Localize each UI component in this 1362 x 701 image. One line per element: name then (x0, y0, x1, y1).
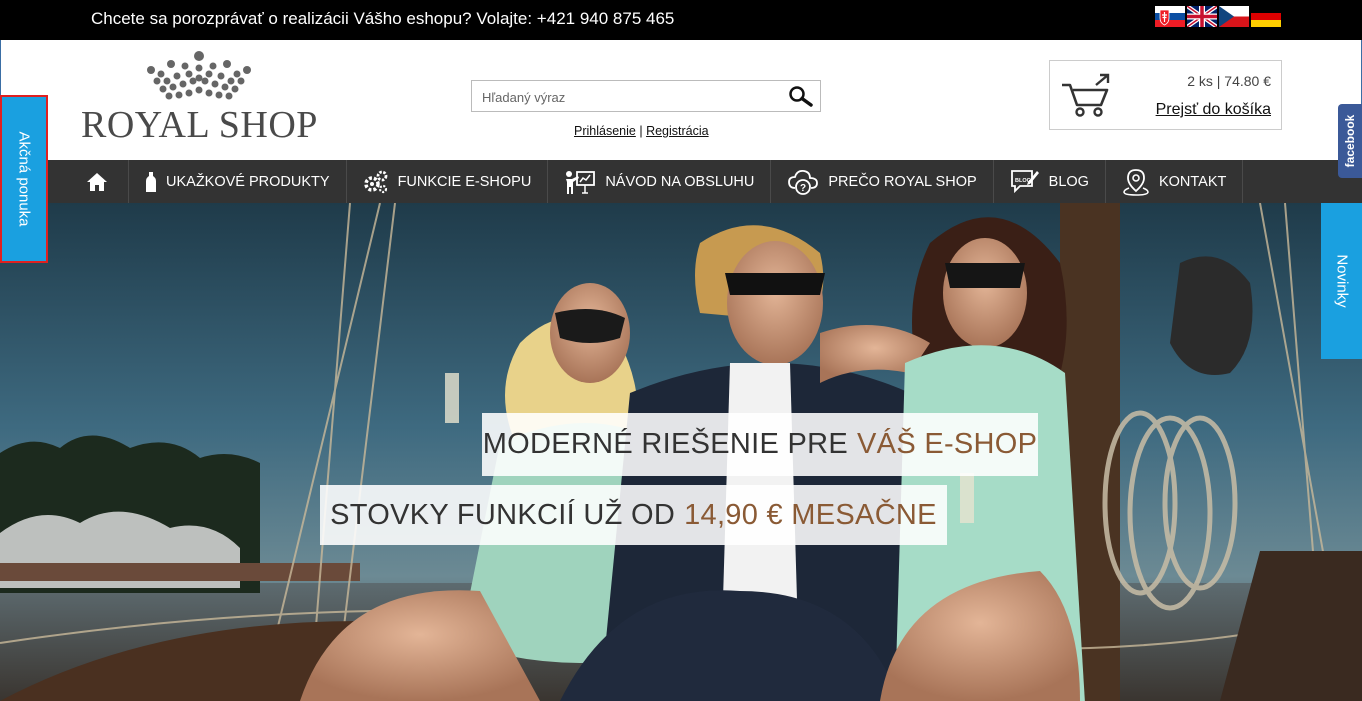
search-icon[interactable] (788, 85, 814, 107)
nav-label: PREČO ROYAL SHOP (828, 173, 977, 190)
search-box (471, 80, 821, 113)
sk-flag-icon[interactable] (1155, 6, 1185, 27)
bottle-icon (146, 171, 156, 192)
hero-headline-accent: VÁŠ E-SHOP (857, 428, 1038, 460)
cz-flag-icon[interactable] (1219, 6, 1249, 27)
hero-subheadline-main: STOVKY FUNKCIÍ UŽ OD (330, 498, 676, 531)
nav-sample-products[interactable]: UKAŽKOVÉ PRODUKTY (129, 160, 347, 203)
search-input[interactable] (472, 81, 784, 113)
nav-why-royal-shop[interactable]: ? PREČO ROYAL SHOP (771, 160, 994, 203)
de-flag-icon[interactable] (1251, 6, 1281, 27)
news-label: Novinky (1333, 254, 1350, 308)
cloud-question-icon: ? (788, 169, 819, 195)
hero-headline: MODERNÉ RIEŠENIE PRE VÁŠ E-SHOP (482, 413, 1038, 476)
main-nav: UKAŽKOVÉ PRODUKTY FUNKCIE E-SHOPU NÁVOD … (0, 160, 1362, 203)
header: ROYAL SHOP Prihlásenie | Registrácia 2 k… (0, 40, 1362, 160)
nav-label: BLOG (1048, 173, 1089, 190)
hero-banner[interactable]: MODERNÉ RIEŠENIE PRE VÁŠ E-SHOP STOVKY F… (0, 203, 1362, 701)
auth-separator: | (639, 124, 643, 138)
nav-label: FUNKCIE E-SHOPU (397, 173, 532, 190)
hero-headline-main: MODERNÉ RIEŠENIE PRE (482, 428, 849, 460)
hero-subheadline: STOVKY FUNKCIÍ UŽ OD 14,90 € MESAČNE (320, 485, 947, 545)
register-link[interactable]: Registrácia (646, 124, 709, 138)
nav-label: NÁVOD NA OBSLUHU (605, 173, 755, 190)
nav-blog[interactable]: BLOG BLOG (994, 160, 1106, 203)
nav-eshop-features[interactable]: FUNKCIE E-SHOPU (347, 160, 549, 203)
gears-icon (363, 170, 387, 193)
facebook-label: facebook (1343, 114, 1357, 168)
logo[interactable]: ROYAL SHOP (81, 50, 321, 146)
logo-text: ROYAL SHOP (81, 104, 318, 146)
home-icon (87, 172, 107, 191)
svg-text:?: ? (800, 183, 806, 194)
top-bar: Chcete sa porozprávať o realizácii Vášho… (0, 0, 1362, 40)
nav-user-guide[interactable]: NÁVOD NA OBSLUHU (548, 160, 772, 203)
special-offer-tab[interactable]: Akčná ponuka (1, 96, 47, 262)
cart-count: 2 ks | 74.80 € (1187, 73, 1271, 89)
cart-box[interactable]: 2 ks | 74.80 € Prejsť do košíka (1049, 60, 1282, 130)
news-tab[interactable]: Novinky (1321, 203, 1362, 359)
hero-subheadline-accent: 14,90 € MESAČNE (684, 498, 937, 531)
crown-icon (147, 51, 251, 100)
nav-label: KONTAKT (1158, 173, 1227, 190)
uk-flag-icon[interactable] (1187, 6, 1217, 27)
presentation-icon (566, 170, 596, 194)
blog-icon: BLOG (1010, 169, 1039, 193)
nav-home[interactable] (54, 160, 129, 203)
login-link[interactable]: Prihlásenie (574, 124, 636, 138)
special-offer-label: Akčná ponuka (15, 131, 33, 227)
cart-icon (1062, 73, 1110, 117)
nav-contact[interactable]: KONTAKT (1106, 160, 1244, 203)
location-pin-icon (1123, 168, 1149, 196)
nav-label: UKAŽKOVÉ PRODUKTY (166, 173, 330, 190)
go-to-cart-link[interactable]: Prejsť do košíka (1156, 101, 1271, 119)
contact-phone-text: Chcete sa porozprávať o realizácii Vášho… (91, 9, 675, 28)
language-switcher (1155, 6, 1281, 27)
facebook-tab[interactable]: facebook (1338, 104, 1362, 178)
auth-links: Prihlásenie | Registrácia (574, 124, 709, 138)
